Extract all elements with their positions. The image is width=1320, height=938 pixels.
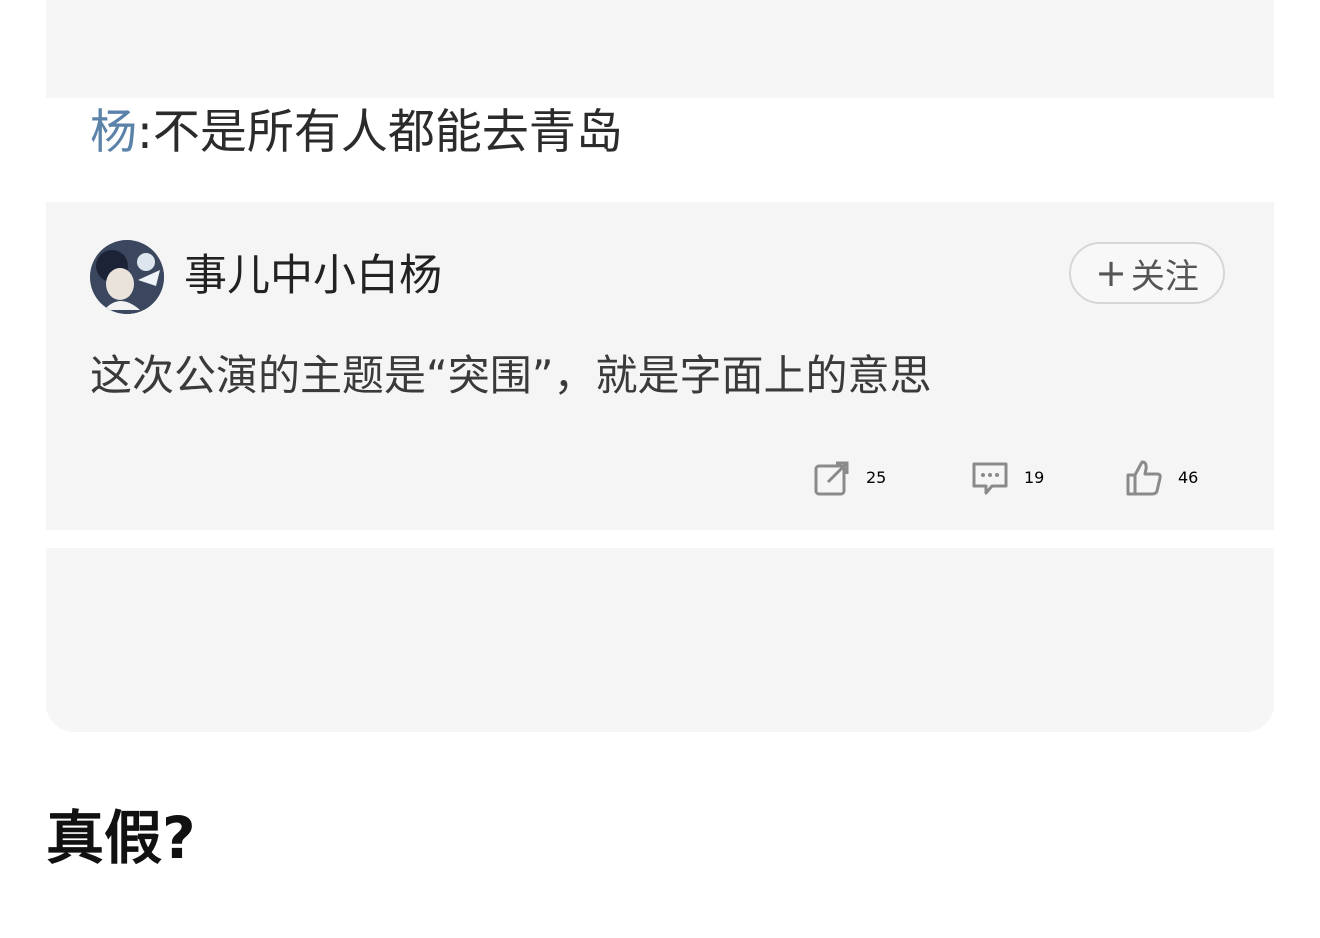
page: 杨:不是所有人都能去青岛 事儿中小白杨 + 关注 这次公演的主题是“突围”，就是… [0, 0, 1320, 938]
quote-body: 不是所有人都能去青岛 [152, 105, 623, 160]
follow-button[interactable]: + 关注 [1069, 242, 1225, 304]
thumbs-up-icon [1126, 460, 1162, 496]
card-bottom-area [46, 548, 1274, 732]
username[interactable]: 事儿中小白杨 [184, 248, 442, 304]
repost-action[interactable]: 25 [812, 456, 886, 500]
card-top-area [46, 0, 1274, 98]
comment-action[interactable]: 19 [970, 456, 1044, 500]
like-count: 46 [1178, 468, 1199, 487]
repost-icon [814, 461, 849, 496]
comment-block: 事儿中小白杨 + 关注 这次公演的主题是“突围”，就是字面上的意思 25 19 … [46, 202, 1274, 530]
comment-text: 这次公演的主题是“突围”，就是字面上的意思 [90, 351, 932, 400]
quote-author-link[interactable]: 杨 [90, 105, 137, 160]
avatar[interactable] [90, 240, 164, 314]
question-text: 真假? [46, 804, 196, 872]
quote-separator: : [137, 105, 153, 160]
quote-text: 杨:不是所有人都能去青岛 [90, 104, 623, 162]
comment-count: 19 [1024, 468, 1045, 487]
avatar-image [90, 240, 164, 314]
divider [46, 530, 1274, 548]
repost-count: 25 [866, 468, 887, 487]
shared-post-card[interactable]: 杨:不是所有人都能去青岛 事儿中小白杨 + 关注 这次公演的主题是“突围”，就是… [46, 0, 1274, 732]
like-action[interactable]: 46 [1124, 456, 1198, 500]
comment-icon [972, 462, 1008, 495]
follow-label: 关注 [1130, 256, 1199, 297]
plus-icon: + [1095, 251, 1127, 295]
